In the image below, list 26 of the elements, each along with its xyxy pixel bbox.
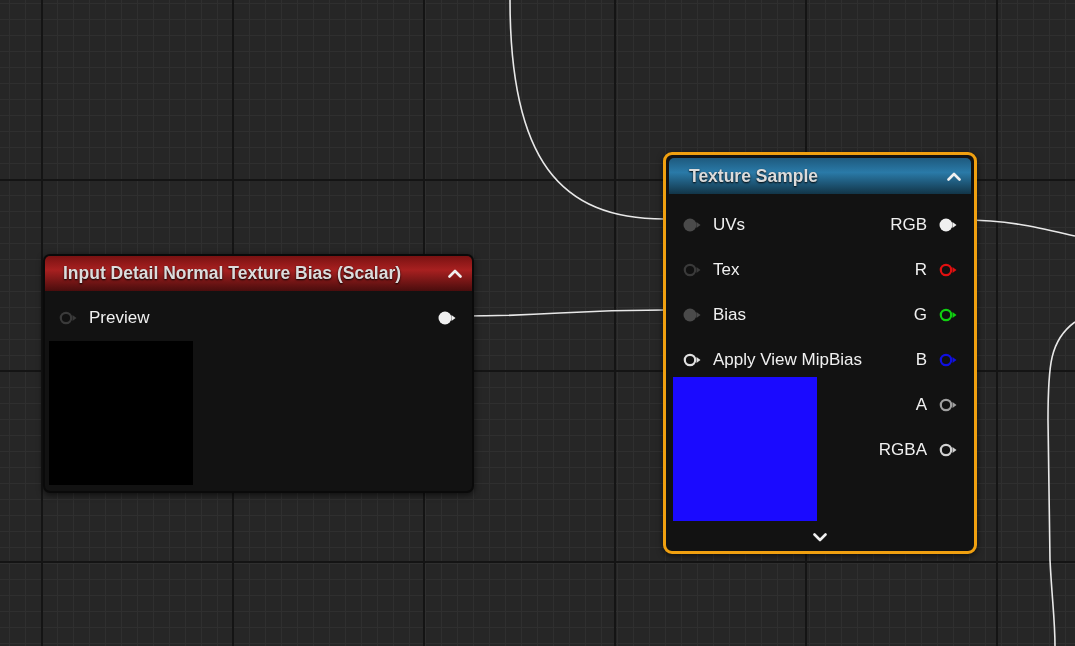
pin-label: Apply View MipBias [713, 349, 862, 370]
pin-label: B [915, 349, 927, 370]
pin-icon[interactable] [939, 397, 957, 412]
collapse-caret-icon[interactable] [947, 171, 961, 181]
pin-icon[interactable] [683, 352, 701, 367]
pin-label: Preview [89, 308, 150, 328]
collapse-caret-icon[interactable] [448, 269, 462, 278]
node-header[interactable]: Texture Sample [669, 158, 971, 194]
advanced-pins-caret-icon[interactable] [813, 533, 827, 542]
pin-label: RGB [890, 214, 927, 235]
pin-icon[interactable] [438, 311, 456, 325]
pin-label: A [915, 394, 927, 415]
pin-label: UVs [713, 214, 746, 235]
node-header[interactable]: Input Detail Normal Texture Bias (Scalar) [45, 256, 472, 291]
pin-icon[interactable] [939, 217, 957, 232]
pin-icon[interactable] [939, 442, 957, 457]
pin-label: Bias [713, 304, 747, 325]
node-title: Input Detail Normal Texture Bias (Scalar) [63, 263, 402, 284]
graph-node[interactable]: Input Detail Normal Texture Bias (Scalar) Preview [43, 254, 474, 493]
pin-icon[interactable] [939, 307, 957, 322]
pin-label: Tex [713, 259, 740, 280]
pin-label: G [913, 304, 927, 325]
node-title: Texture Sample [689, 165, 819, 187]
pin-label: RGBA [878, 439, 927, 460]
pin-label: R [914, 259, 927, 280]
graph-node[interactable]: Texture Sample UVs Tex Bias Apply View MipBias RGB R G B A RGBA [663, 152, 977, 554]
